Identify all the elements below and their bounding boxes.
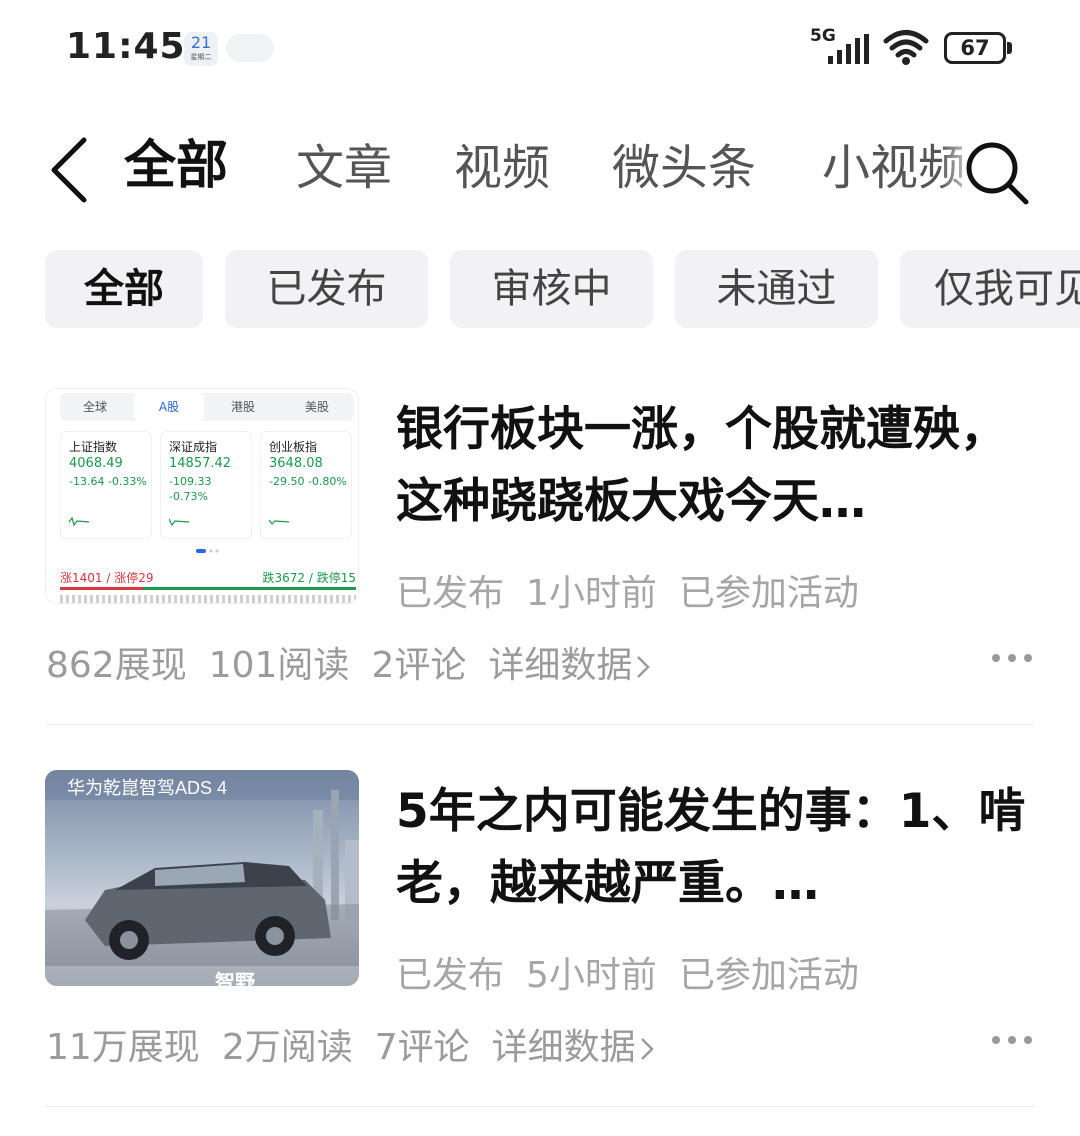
sparkline-icon: [269, 519, 289, 525]
index-card: 深证成指 14857.42 -109.33 -0.73%: [160, 431, 252, 539]
detail-data-link[interactable]: 详细数据: [488, 645, 651, 686]
index-name: 创业板指: [269, 440, 318, 454]
index-name: 上证指数: [69, 440, 118, 454]
market-breadth: 涨1401 / 涨停29 跌3672 / 跌停15: [60, 569, 356, 591]
detail-data-label: 详细数据: [491, 1027, 636, 1068]
article-meta: 已发布 1小时前 已参加活动: [396, 564, 881, 616]
filter-all[interactable]: 全部: [45, 250, 203, 328]
article-stats: 11万展现 2万阅读 7评论 详细数据: [46, 1018, 676, 1070]
index-change: -13.64 -0.33%: [69, 475, 147, 488]
battery-tip: [1007, 42, 1012, 54]
car-image: [45, 770, 359, 986]
index-card: 上证指数 4068.49 -13.64 -0.33%: [60, 431, 152, 539]
advancers-count: 涨1401 / 涨停29: [60, 571, 154, 585]
market-tab: 港股: [230, 400, 255, 414]
calendar-icon: 21 星期二: [184, 32, 218, 66]
index-value: 3648.08: [269, 456, 323, 471]
filter-private[interactable]: 仅我可见: [900, 250, 1080, 328]
chevron-right-icon: [640, 1038, 654, 1060]
breadth-bar: [60, 587, 356, 590]
tab-all[interactable]: 全部: [124, 136, 228, 196]
market-tab: 全球: [82, 400, 107, 414]
news-ticker: [60, 595, 356, 603]
battery-level: 67: [944, 32, 1006, 64]
index-change: -109.33 -0.73%: [169, 475, 212, 503]
sparkline-icon: [169, 518, 189, 526]
signal-icon: [828, 34, 869, 64]
status-time: 11:45: [66, 26, 186, 67]
detail-data-link[interactable]: 详细数据: [492, 1027, 654, 1068]
impressions-count: 862展现: [46, 645, 187, 686]
article-stats: 862展现 101阅读 2评论 详细数据: [46, 636, 672, 688]
wifi-icon: [883, 30, 929, 65]
calendar-day: 21: [190, 33, 212, 52]
publish-status: 已发布: [396, 573, 505, 614]
comments-count[interactable]: 2评论: [371, 645, 466, 686]
divider: [45, 1106, 1035, 1107]
index-value: 4068.49: [69, 456, 123, 471]
decliners-count: 跌3672 / 跌停15: [262, 571, 356, 585]
carousel-dots: [196, 549, 219, 553]
activity-status: 已参加活动: [678, 573, 859, 614]
tab-articles[interactable]: 文章: [296, 138, 392, 198]
filter-reviewing[interactable]: 审核中: [450, 250, 653, 328]
status-bar: 11:45 21 星期二 5G 67: [0, 0, 1080, 96]
reads-count: 101阅读: [208, 645, 350, 686]
status-filter-bar: 全部 已发布 审核中 未通过 仅我可见: [0, 250, 1080, 330]
tab-videos[interactable]: 视频: [454, 138, 550, 198]
article-title[interactable]: 5年之内可能发生的事：1、啃老，越来越严重。…: [396, 776, 1046, 920]
article-meta: 已发布 5小时前 已参加活动: [396, 946, 881, 998]
market-tab: 美股: [304, 400, 329, 414]
content-type-tabs: 全部 文章 视频 微头条 小视频: [0, 120, 1080, 220]
chevron-right-icon: [637, 656, 651, 678]
publish-status: 已发布: [396, 955, 505, 996]
search-icon[interactable]: [962, 138, 1032, 208]
activity-status: 已参加活动: [678, 955, 859, 996]
index-value: 14857.42: [169, 456, 232, 471]
sparkline-icon: [69, 516, 89, 526]
reads-count: 2万阅读: [221, 1027, 353, 1068]
feed-item[interactable]: 全球 A股 港股 美股 上证指数 4068.49 -13.64 -0.33% 深…: [0, 388, 1080, 728]
market-tabs: 全球 A股 港股 美股: [60, 393, 354, 421]
battery-icon: 67: [944, 32, 1014, 64]
detail-data-label: 详细数据: [488, 645, 633, 686]
feed-item[interactable]: 华为乾崑智驾ADS 4 智野 5年之内可能发生的事：1、啃老，越来越严重。… 已…: [0, 770, 1080, 1110]
impressions-count: 11万展现: [46, 1027, 200, 1068]
publish-time: 5小时前: [526, 955, 657, 996]
filter-rejected[interactable]: 未通过: [675, 250, 878, 328]
car-brand: 智野: [215, 970, 255, 986]
market-tab-selected: A股: [134, 393, 204, 421]
article-title[interactable]: 银行板块一涨，个股就遭殃，这种跷跷板大戏今天…: [396, 394, 1046, 538]
comments-count[interactable]: 7评论: [375, 1027, 470, 1068]
notification-pill: [226, 34, 274, 62]
index-card: 创业板指 3648.08 -29.50 -0.80%: [260, 431, 352, 539]
tab-micro-posts[interactable]: 微头条: [612, 138, 756, 198]
filter-published[interactable]: 已发布: [225, 250, 428, 328]
article-thumbnail[interactable]: 华为乾崑智驾ADS 4 智野: [45, 770, 359, 986]
more-options-icon[interactable]: [990, 1034, 1034, 1046]
ad-caption: 华为乾崑智驾ADS 4: [67, 778, 228, 798]
article-thumbnail[interactable]: 全球 A股 港股 美股 上证指数 4068.49 -13.64 -0.33% 深…: [45, 388, 359, 604]
divider: [45, 724, 1035, 725]
more-options-icon[interactable]: [990, 652, 1034, 664]
calendar-weekday: 星期二: [190, 53, 212, 61]
back-arrow-icon[interactable]: [44, 130, 94, 210]
publish-time: 1小时前: [526, 573, 657, 614]
index-change: -29.50 -0.80%: [269, 475, 347, 488]
index-name: 深证成指: [169, 440, 218, 454]
